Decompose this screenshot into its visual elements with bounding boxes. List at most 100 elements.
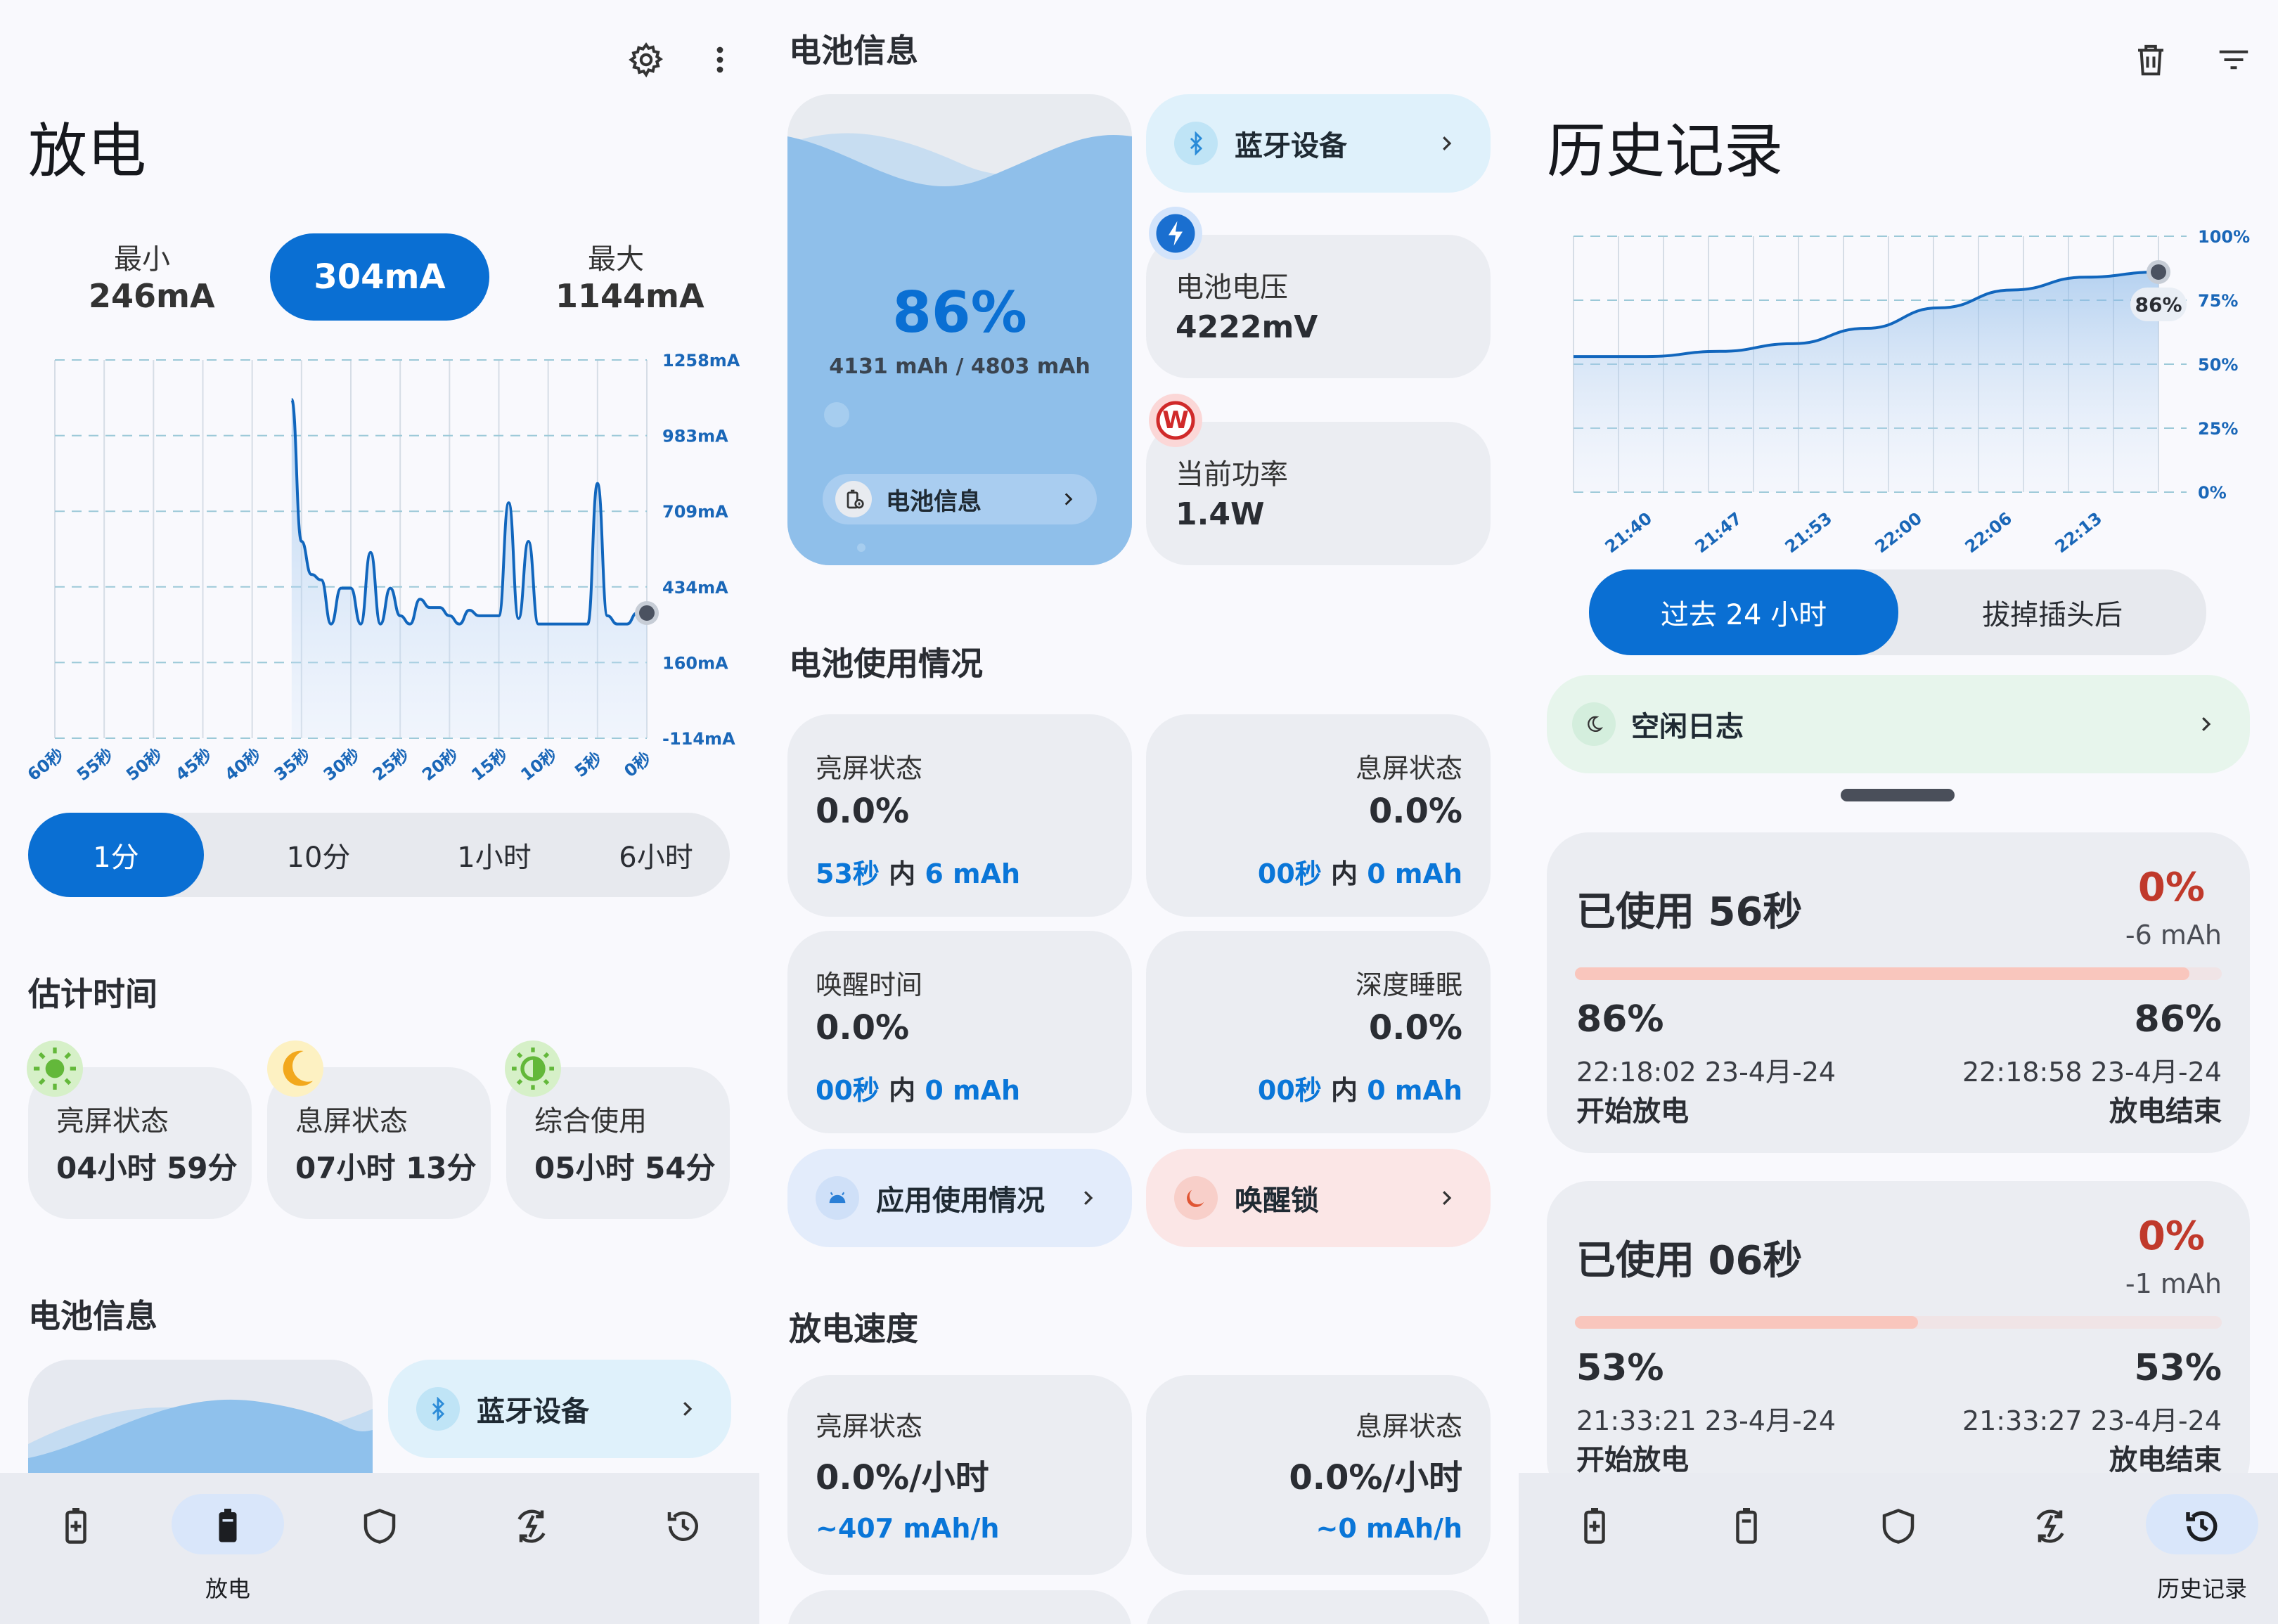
y-tick-label: 709mA bbox=[662, 502, 728, 522]
charge-cycle-icon bbox=[2029, 1505, 2071, 1547]
x-tick-label: 30秒 bbox=[320, 745, 363, 785]
estimate-value: 05小时 54分 bbox=[534, 1151, 716, 1185]
nav-discharge[interactable]: 放电 bbox=[152, 1473, 304, 1624]
min-label: 最小 bbox=[114, 243, 170, 276]
history-tab-unplugged[interactable]: 拔掉插头后 bbox=[1898, 569, 2206, 655]
estimate-value: 04小时 59分 bbox=[56, 1151, 238, 1185]
usage-label: 息屏状态 bbox=[1355, 753, 1462, 784]
x-tick-label: 22:00 bbox=[1872, 508, 1926, 557]
history-filled-icon bbox=[2181, 1505, 2223, 1547]
history-icon bbox=[662, 1505, 704, 1547]
voltage-card bbox=[1146, 235, 1491, 378]
bluetooth-devices-button[interactable]: 蓝牙设备 bbox=[388, 1360, 731, 1458]
nav-charging[interactable] bbox=[0, 1473, 152, 1624]
usage-detail-time: 00秒 bbox=[1257, 1075, 1322, 1106]
usage-detail: 53秒 内 6 mAh bbox=[816, 852, 1020, 891]
usage-detail-time: 00秒 bbox=[816, 1075, 880, 1106]
power-badge-icon: W bbox=[1149, 394, 1202, 447]
chevron-right-icon bbox=[676, 1398, 697, 1419]
current-point bbox=[639, 605, 655, 621]
nav-history[interactable] bbox=[607, 1473, 759, 1624]
battery-outline-icon bbox=[1725, 1505, 1768, 1547]
more-vert-icon[interactable] bbox=[703, 41, 737, 79]
estimate-label: 息屏状态 bbox=[295, 1105, 408, 1138]
wakelock-label: 唤醒锁 bbox=[1235, 1185, 1319, 1217]
nav-history[interactable]: 历史记录 bbox=[2126, 1473, 2278, 1624]
y-tick-label: 50% bbox=[2198, 355, 2238, 375]
nav-health[interactable] bbox=[304, 1473, 456, 1624]
session-end-label: 放电结束 bbox=[2109, 1095, 2222, 1128]
y-tick-label: 75% bbox=[2198, 291, 2238, 311]
x-tick-label: 55秒 bbox=[73, 745, 117, 785]
max-label: 最大 bbox=[588, 243, 644, 276]
range-tab-1m[interactable]: 1分 bbox=[28, 813, 204, 897]
session-card[interactable]: 已使用 56秒 0% -6 mAh 86% 86% 22:18:02 23-4月… bbox=[1547, 832, 2250, 1153]
sheet-drag-handle[interactable] bbox=[1841, 789, 1955, 801]
battery-section-title: 电池信息 bbox=[789, 32, 918, 70]
current-chart: 1258mA 983mA 709mA 434mA 160mA -114mA 60秒 55秒 50… bbox=[24, 351, 740, 785]
speed-card-partial-right bbox=[1146, 1590, 1491, 1624]
idle-log-button[interactable]: 空闲日志 bbox=[1547, 675, 2250, 773]
usage-label: 唤醒时间 bbox=[816, 969, 923, 1000]
session-end-label: 放电结束 bbox=[2109, 1444, 2222, 1476]
x-tick-label: 21:47 bbox=[1692, 508, 1746, 557]
history-tab-24h[interactable]: 过去 24 小时 bbox=[1589, 569, 1898, 655]
usage-detail: 00秒 内 0 mAh bbox=[816, 1069, 1020, 1107]
y-tick-label: 983mA bbox=[662, 427, 728, 446]
bluetooth-label: 蓝牙设备 bbox=[477, 1396, 589, 1428]
usage-detail-mah: 6 mAh bbox=[925, 858, 1021, 889]
power-badge-text: W bbox=[1162, 406, 1189, 434]
range-segmented: 1分 10分 1小时 6小时 bbox=[28, 813, 730, 897]
speed-card-screen-on: 亮屏状态 0.0%/小时 ~407 mAh/h bbox=[787, 1375, 1132, 1575]
usage-detail-time: 00秒 bbox=[1257, 858, 1322, 889]
wakelock-icon bbox=[1174, 1176, 1218, 1220]
session-progress-track bbox=[1575, 1316, 2222, 1329]
app-usage-button[interactable]: 应用使用情况 bbox=[787, 1149, 1132, 1247]
usage-detail-mid: 内 bbox=[1321, 858, 1368, 889]
speed-value: 0.0%/小时 bbox=[1289, 1458, 1462, 1497]
x-tick-label: 20秒 bbox=[418, 745, 462, 785]
session-card[interactable]: 已使用 06秒 0% -1 mAh 53% 53% 21:33:21 23-4月… bbox=[1547, 1181, 2250, 1502]
estimate-value: 07小时 13分 bbox=[295, 1151, 477, 1185]
nav-charging[interactable] bbox=[1519, 1473, 1671, 1624]
discharge-panel: 放电 最小 246mA 304mA 最大 1144mA 1258mA 983mA 7… bbox=[0, 0, 759, 1624]
speed-label: 亮屏状态 bbox=[816, 1411, 923, 1442]
range-tab-6h[interactable]: 6小时 bbox=[582, 813, 730, 897]
bluetooth-devices-button[interactable]: 蓝牙设备 bbox=[1146, 94, 1491, 193]
gear-icon[interactable] bbox=[627, 41, 665, 79]
chevron-right-icon bbox=[1436, 1187, 1457, 1209]
usage-detail: 00秒 内 0 mAh bbox=[1258, 1069, 1462, 1107]
range-tab-10m[interactable]: 10分 bbox=[231, 813, 406, 897]
speed-label: 息屏状态 bbox=[1355, 1411, 1462, 1442]
nav-charge-cycle[interactable] bbox=[1974, 1473, 2126, 1624]
session-start-percent: 53% bbox=[1576, 1347, 1664, 1389]
nav-charge-cycle[interactable] bbox=[456, 1473, 607, 1624]
range-tab-1h[interactable]: 1小时 bbox=[406, 813, 582, 897]
delete-icon[interactable] bbox=[2132, 41, 2170, 79]
idle-log-label: 空闲日志 bbox=[1631, 711, 1744, 743]
speed-card-screen-off: 息屏状态 0.0%/小时 ~0 mAh/h bbox=[1146, 1375, 1491, 1575]
x-tick-label: 35秒 bbox=[271, 745, 314, 785]
bottom-nav: 历史记录 bbox=[1519, 1473, 2278, 1624]
y-tick-label: -114mA bbox=[662, 729, 735, 749]
usage-value: 0.0% bbox=[816, 1008, 910, 1048]
filter-icon[interactable] bbox=[2215, 41, 2253, 79]
session-percent-change: 0% bbox=[2137, 1213, 2205, 1259]
session-progress-track bbox=[1575, 967, 2222, 980]
usage-detail-mah: 0 mAh bbox=[1367, 1075, 1462, 1106]
session-progress-fill bbox=[1575, 1316, 1918, 1329]
usage-label: 深度睡眠 bbox=[1355, 969, 1462, 1000]
voltage-value: 4222mV bbox=[1176, 309, 1318, 345]
nav-discharge[interactable] bbox=[1671, 1473, 1822, 1624]
nav-health[interactable] bbox=[1822, 1473, 1974, 1624]
session-progress-fill bbox=[1575, 967, 2189, 980]
wakelock-button[interactable]: 唤醒锁 bbox=[1146, 1149, 1491, 1247]
battery-capacity: 4131 mAh / 4803 mAh bbox=[829, 354, 1090, 379]
history-point bbox=[2151, 264, 2166, 280]
session-start-percent: 86% bbox=[1576, 998, 1664, 1040]
x-tick-label: 21:40 bbox=[1602, 508, 1656, 557]
session-end-percent: 53% bbox=[2134, 1347, 2222, 1389]
battery-info-button[interactable]: 电池信息 bbox=[823, 474, 1097, 524]
usage-detail-mah: 0 mAh bbox=[925, 1075, 1021, 1106]
page-title: 放电 bbox=[28, 117, 147, 186]
